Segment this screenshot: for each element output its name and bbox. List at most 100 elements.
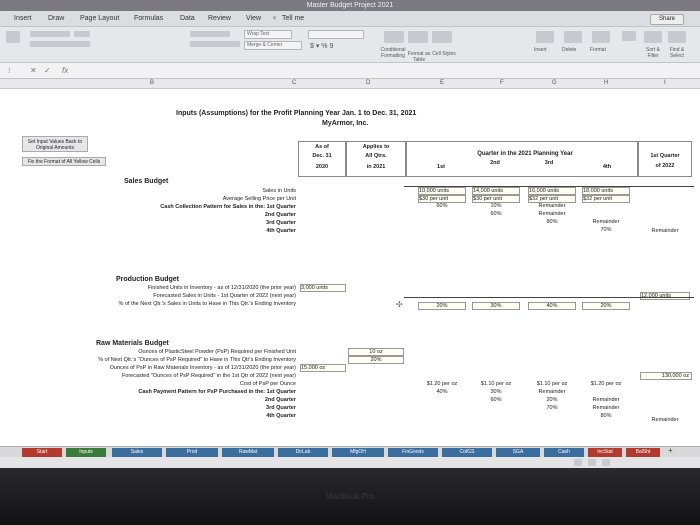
confirm-icon[interactable]: ✓ (44, 66, 51, 75)
alignment-buttons[interactable] (190, 31, 230, 37)
share-button[interactable]: Share (650, 14, 684, 25)
pay-1st-q1[interactable]: 40% (418, 389, 466, 396)
input-cell[interactable]: 10,000 units (418, 187, 466, 195)
collect-3rd-q1-2022[interactable]: Remainder (638, 228, 692, 235)
indent-buttons[interactable] (190, 41, 240, 47)
collect-1st-q1[interactable]: 60% (418, 203, 466, 210)
menu-review[interactable]: Review (208, 15, 231, 22)
font-style-buttons[interactable] (30, 41, 90, 47)
column-header[interactable]: I (664, 80, 666, 86)
insert-cells-icon[interactable] (536, 31, 554, 43)
pay-3rd-q3[interactable]: 70% (528, 405, 576, 412)
fix-yellow-format-button[interactable]: Fix the Format of All Yellow Cells (22, 157, 106, 166)
format-cells-icon[interactable] (592, 31, 610, 43)
menu-view[interactable]: View (246, 15, 261, 22)
pay-2nd-q2[interactable]: 60% (472, 397, 520, 404)
format-as-table-icon[interactable] (408, 31, 428, 43)
font-name-box[interactable] (30, 31, 70, 37)
input-cell[interactable]: 20% (418, 302, 466, 310)
fx-icon[interactable]: fx (62, 66, 68, 75)
cell-styles-icon[interactable] (432, 31, 452, 43)
input-cell[interactable]: 14,000 units (472, 187, 520, 195)
collect-1st-q2[interactable]: 10% (472, 203, 520, 210)
input-cell[interactable]: 30% (472, 302, 520, 310)
autosum-icon[interactable] (622, 31, 636, 41)
input-cell[interactable]: 16,000 units (528, 187, 576, 195)
number-format-select[interactable] (308, 30, 364, 39)
menu-insert[interactable]: Insert (14, 15, 32, 22)
pay-4th-q4[interactable]: 80% (582, 413, 630, 420)
font-size-box[interactable] (74, 31, 90, 37)
column-header[interactable]: D (366, 80, 370, 86)
cost-q1[interactable]: $1.20 per oz (418, 381, 466, 388)
input-cell[interactable]: 20% (582, 302, 630, 310)
find-select-icon[interactable] (668, 31, 686, 43)
collect-3rd-q4[interactable]: Remainder (582, 219, 630, 226)
pay-1st-q3[interactable]: Remainder (528, 389, 576, 396)
input-cell[interactable]: 40% (528, 302, 576, 310)
worksheet-grid[interactable]: Inputs (Assumptions) for the Profit Plan… (0, 89, 700, 446)
collect-2nd-q3[interactable]: Remainder (528, 211, 576, 218)
tab-dirlab[interactable]: DirLab (278, 448, 328, 457)
input-cell[interactable]: $30 per unit (418, 195, 466, 203)
collect-1st-q3[interactable]: Remainder (528, 203, 576, 210)
tab-balsht[interactable]: BalSht (626, 448, 660, 457)
pay-4th-q1-2022[interactable]: Remainder (638, 417, 692, 424)
collect-3rd-q3[interactable]: 80% (528, 219, 576, 226)
menu-data[interactable]: Data (180, 15, 195, 22)
menu-page-layout[interactable]: Page Layout (80, 15, 119, 22)
page-break-view-icon[interactable] (602, 459, 610, 466)
tab-cofgs[interactable]: CofGS (442, 448, 492, 457)
column-header[interactable]: C (292, 80, 296, 86)
tab-sales[interactable]: Sales (112, 448, 162, 457)
delete-cells-icon[interactable] (564, 31, 582, 43)
reset-inputs-button[interactable]: Set Input Values Back to Original Amount… (22, 136, 88, 152)
wrap-text-button[interactable]: Wrap Text (244, 30, 292, 39)
tab-cash[interactable]: Cash (544, 448, 584, 457)
cost-q2[interactable]: $1.10 per oz (472, 381, 520, 388)
name-box-chevron-icon[interactable]: ⁝ (8, 66, 11, 75)
pay-2nd-q3[interactable]: 20% (528, 397, 576, 404)
cancel-icon[interactable]: ✕ (30, 66, 37, 75)
menu-draw[interactable]: Draw (48, 15, 64, 22)
pay-2nd-q4[interactable]: Remainder (582, 397, 630, 404)
column-header[interactable]: H (604, 80, 608, 86)
column-header[interactable]: E (440, 80, 444, 86)
tab-incstat[interactable]: IncStat (588, 448, 622, 457)
tab-sga[interactable]: SGA (496, 448, 540, 457)
input-cell[interactable]: 15,000 oz (300, 364, 346, 372)
tab-fingoods[interactable]: FinGoods (388, 448, 438, 457)
tab-mfgoh[interactable]: MfgOH (332, 448, 384, 457)
pay-3rd-q4[interactable]: Remainder (582, 405, 630, 412)
merge-center-button[interactable]: Merge & Center (244, 41, 302, 50)
cost-q4[interactable]: $1.20 per oz (582, 381, 630, 388)
input-cell[interactable]: 20% (348, 356, 404, 364)
input-cell[interactable]: $30 per unit (472, 195, 520, 203)
paste-icon[interactable] (6, 31, 20, 43)
input-cell[interactable]: 10 oz (348, 348, 404, 356)
sort-filter-icon[interactable] (644, 31, 662, 43)
add-sheet-icon[interactable]: + (668, 447, 673, 455)
tab-start[interactable]: Start (22, 448, 62, 457)
collect-4th-q4[interactable]: 70% (582, 227, 630, 234)
pay-1st-q2[interactable]: 30% (472, 389, 520, 396)
conditional-formatting-icon[interactable] (384, 31, 404, 43)
input-cell[interactable]: 12,000 units (640, 292, 690, 300)
input-cell[interactable]: $32 per unit (582, 195, 630, 203)
column-header[interactable]: B (150, 80, 154, 86)
normal-view-icon[interactable] (574, 459, 582, 466)
column-header[interactable]: G (552, 80, 557, 86)
page-layout-view-icon[interactable] (588, 459, 596, 466)
input-cell[interactable]: 130,000 oz (640, 372, 692, 380)
tell-me-search[interactable]: Tell me (282, 15, 304, 22)
tab-inputs[interactable]: Inputs (66, 448, 106, 457)
number-format-buttons[interactable]: $ ▾ % 9 (310, 42, 333, 50)
tab-rawmat[interactable]: RawMat (222, 448, 274, 457)
collect-2nd-q2[interactable]: 60% (472, 211, 520, 218)
column-header[interactable]: F (500, 80, 504, 86)
cost-q3[interactable]: $1.10 per oz (528, 381, 576, 388)
input-cell[interactable]: 18,000 units (582, 187, 630, 195)
input-cell[interactable]: 3,000 units (300, 284, 346, 292)
menu-formulas[interactable]: Formulas (134, 15, 163, 22)
input-cell[interactable]: $32 per unit (528, 195, 576, 203)
